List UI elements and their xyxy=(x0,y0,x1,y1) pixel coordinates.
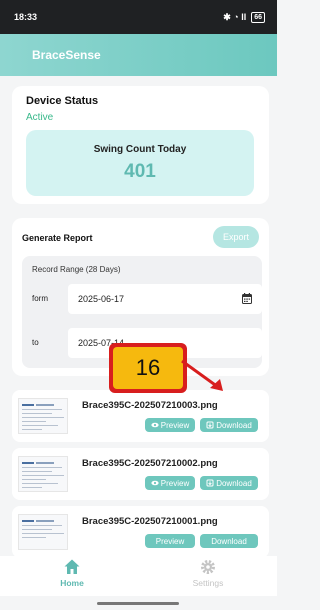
home-indicator xyxy=(97,602,179,605)
device-status-card: Device Status Active Swing Count Today 4… xyxy=(12,86,269,204)
battery-icon: 66 xyxy=(251,11,265,23)
device-status-title: Device Status xyxy=(26,95,99,107)
swing-count-label: Swing Count Today xyxy=(93,144,187,155)
file-list-item: Brace395C-202507210003.png Preview Downl… xyxy=(12,390,269,442)
preview-label: Preview xyxy=(160,478,190,488)
generate-report-title: Generate Report xyxy=(22,233,93,243)
file-name: Brace395C-202507210002.png xyxy=(82,458,218,469)
preview-button[interactable]: Preview xyxy=(145,418,195,432)
to-label: to xyxy=(32,338,39,347)
file-name: Brace395C-202507210001.png xyxy=(82,516,218,527)
annotation-arrow-icon xyxy=(181,359,223,391)
bottom-navigation: Home Settings xyxy=(0,556,277,596)
preview-button[interactable]: Preview xyxy=(145,534,195,548)
nav-settings[interactable]: Settings xyxy=(178,558,238,588)
file-list-item: Brace395C-202507210002.png Preview Downl… xyxy=(12,448,269,500)
status-time: 18:33 xyxy=(14,12,38,22)
nav-home-label: Home xyxy=(60,578,84,588)
annotation-label: 16 xyxy=(113,347,183,389)
annotation-callout: 16 xyxy=(109,343,187,393)
swing-count-value: 401 xyxy=(124,161,156,182)
download-label: Download xyxy=(216,420,252,430)
app-header: BraceSense xyxy=(0,34,277,76)
from-date-field[interactable]: 2025-06-17 xyxy=(68,284,262,314)
from-date-value: 2025-06-17 xyxy=(78,294,125,304)
file-thumbnail xyxy=(18,514,68,550)
nav-home[interactable]: Home xyxy=(42,558,102,588)
export-button[interactable]: Export xyxy=(213,226,259,248)
file-thumbnail xyxy=(18,456,68,492)
file-thumbnail xyxy=(18,398,68,434)
download-button[interactable]: Download xyxy=(200,534,258,548)
preview-button[interactable]: Preview xyxy=(145,476,195,490)
gear-icon xyxy=(201,560,215,574)
bluetooth-wifi-signal-icon: ✱ ◔ ll xyxy=(223,11,247,22)
swing-count-box: Swing Count Today 401 xyxy=(26,130,254,196)
eye-icon xyxy=(151,422,159,428)
file-name: Brace395C-202507210003.png xyxy=(82,400,218,411)
status-icons: ✱ ◔ ll 66 xyxy=(223,11,265,23)
nav-settings-label: Settings xyxy=(192,578,224,588)
app-title: BraceSense xyxy=(32,48,101,62)
eye-icon xyxy=(151,480,159,486)
device-status-value: Active xyxy=(26,112,54,123)
preview-label: Preview xyxy=(160,420,190,430)
download-button[interactable]: Download xyxy=(200,476,258,490)
calendar-icon[interactable] xyxy=(242,293,252,304)
status-bar: 18:33 ✱ ◔ ll 66 xyxy=(0,0,277,34)
download-icon xyxy=(206,479,214,487)
home-icon xyxy=(64,559,80,574)
download-label: Download xyxy=(211,536,247,546)
from-label: form xyxy=(32,294,48,303)
preview-label: Preview xyxy=(155,536,185,546)
download-button[interactable]: Download xyxy=(200,418,258,432)
record-range-label: Record Range (28 Days) xyxy=(32,265,121,274)
download-label: Download xyxy=(216,478,252,488)
download-icon xyxy=(206,421,214,429)
file-list-item: Brace395C-202507210001.png Preview Downl… xyxy=(12,506,269,558)
